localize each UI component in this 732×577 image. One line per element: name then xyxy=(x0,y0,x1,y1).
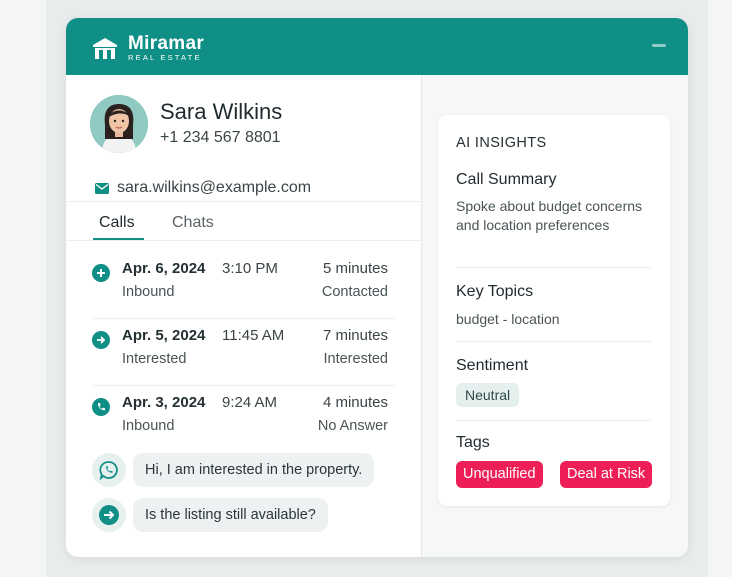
crm-widget: Miramar REAL ESTATE Sara Wilkins +1 234 … xyxy=(66,18,688,557)
call-item[interactable]: Apr. 3, 2024 9:24 AM 4 minutes Inbound N… xyxy=(92,386,396,446)
contact-email: sara.wilkins@example.com xyxy=(117,179,312,196)
email-row[interactable]: sara.wilkins@example.com xyxy=(95,179,311,197)
call-summary-text: Spoke about budget concerns and location… xyxy=(456,198,643,233)
divider xyxy=(456,341,652,342)
brand-logo: Miramar REAL ESTATE xyxy=(92,34,204,62)
tab-calls[interactable]: Calls xyxy=(99,214,135,232)
avatar xyxy=(90,95,148,153)
call-date: Apr. 6, 2024 xyxy=(122,260,206,277)
call-duration: 7 minutes xyxy=(322,327,388,344)
header-bar: Miramar REAL ESTATE xyxy=(66,18,688,75)
chat-bubble: Is the listing still available? xyxy=(133,498,328,532)
sentiment-title: Sentiment xyxy=(456,357,529,374)
divider xyxy=(66,201,421,202)
whatsapp-icon xyxy=(92,453,126,487)
call-status: Contacted xyxy=(321,284,388,300)
tag-deal-at-risk[interactable]: Deal at Risk xyxy=(560,461,653,488)
call-type: Interested xyxy=(122,351,187,367)
chat-bubble: Hi, I am interested in the property. xyxy=(133,453,375,487)
chat-message[interactable]: Hi, I am interested in the property. xyxy=(92,453,375,487)
call-duration: 4 minutes xyxy=(322,394,388,411)
key-topics-text: budget - location xyxy=(456,311,560,327)
arrow-right-icon xyxy=(92,498,126,532)
call-status: No Answer xyxy=(317,418,388,434)
call-duration: 5 minutes xyxy=(322,260,388,277)
divider xyxy=(456,420,652,421)
contact-panel: Sara Wilkins +1 234 567 8801 sara.wilkin… xyxy=(66,75,421,557)
mail-icon xyxy=(95,182,109,194)
call-status: Interested xyxy=(323,351,389,367)
call-summary-title: Call Summary xyxy=(456,171,557,188)
call-item[interactable]: Apr. 6, 2024 3:10 PM 5 minutes Inbound C… xyxy=(92,252,396,319)
call-time: 3:10 PM xyxy=(222,260,278,277)
tab-chats[interactable]: Chats xyxy=(172,214,214,232)
call-type: Inbound xyxy=(122,284,175,300)
sentiment-badge: Neutral xyxy=(456,383,520,407)
insights-title: AI INSIGHTS xyxy=(456,135,547,151)
call-time: 11:45 AM xyxy=(222,327,285,344)
house-icon xyxy=(93,38,117,59)
arrow-right-icon xyxy=(92,331,110,349)
call-date: Apr. 5, 2024 xyxy=(122,327,206,344)
chat-message[interactable]: Is the listing still available? xyxy=(92,498,328,532)
call-time: 9:24 AM xyxy=(222,394,278,411)
brand-subtitle: REAL ESTATE xyxy=(128,53,202,62)
call-item[interactable]: Apr. 5, 2024 11:45 AM 7 minutes Interest… xyxy=(92,319,396,386)
tags-title: Tags xyxy=(456,434,490,451)
call-type: Inbound xyxy=(122,418,175,434)
insights-panel: AI INSIGHTS Call Summary Spoke about bud… xyxy=(422,75,688,557)
divider xyxy=(66,240,421,241)
contact-name: Sara Wilkins xyxy=(160,99,283,124)
ai-insights-card: AI INSIGHTS Call Summary Spoke about bud… xyxy=(438,115,670,506)
minimize-button[interactable] xyxy=(652,44,666,47)
plus-icon xyxy=(92,264,110,282)
brand-name: Miramar xyxy=(128,33,205,54)
contact-phone[interactable]: +1 234 567 8801 xyxy=(160,129,281,147)
call-date: Apr. 3, 2024 xyxy=(122,394,206,411)
key-topics-title: Key Topics xyxy=(456,283,534,300)
divider xyxy=(456,267,652,268)
phone-icon xyxy=(92,398,110,416)
tag-unqualified[interactable]: Unqualified xyxy=(456,461,543,488)
